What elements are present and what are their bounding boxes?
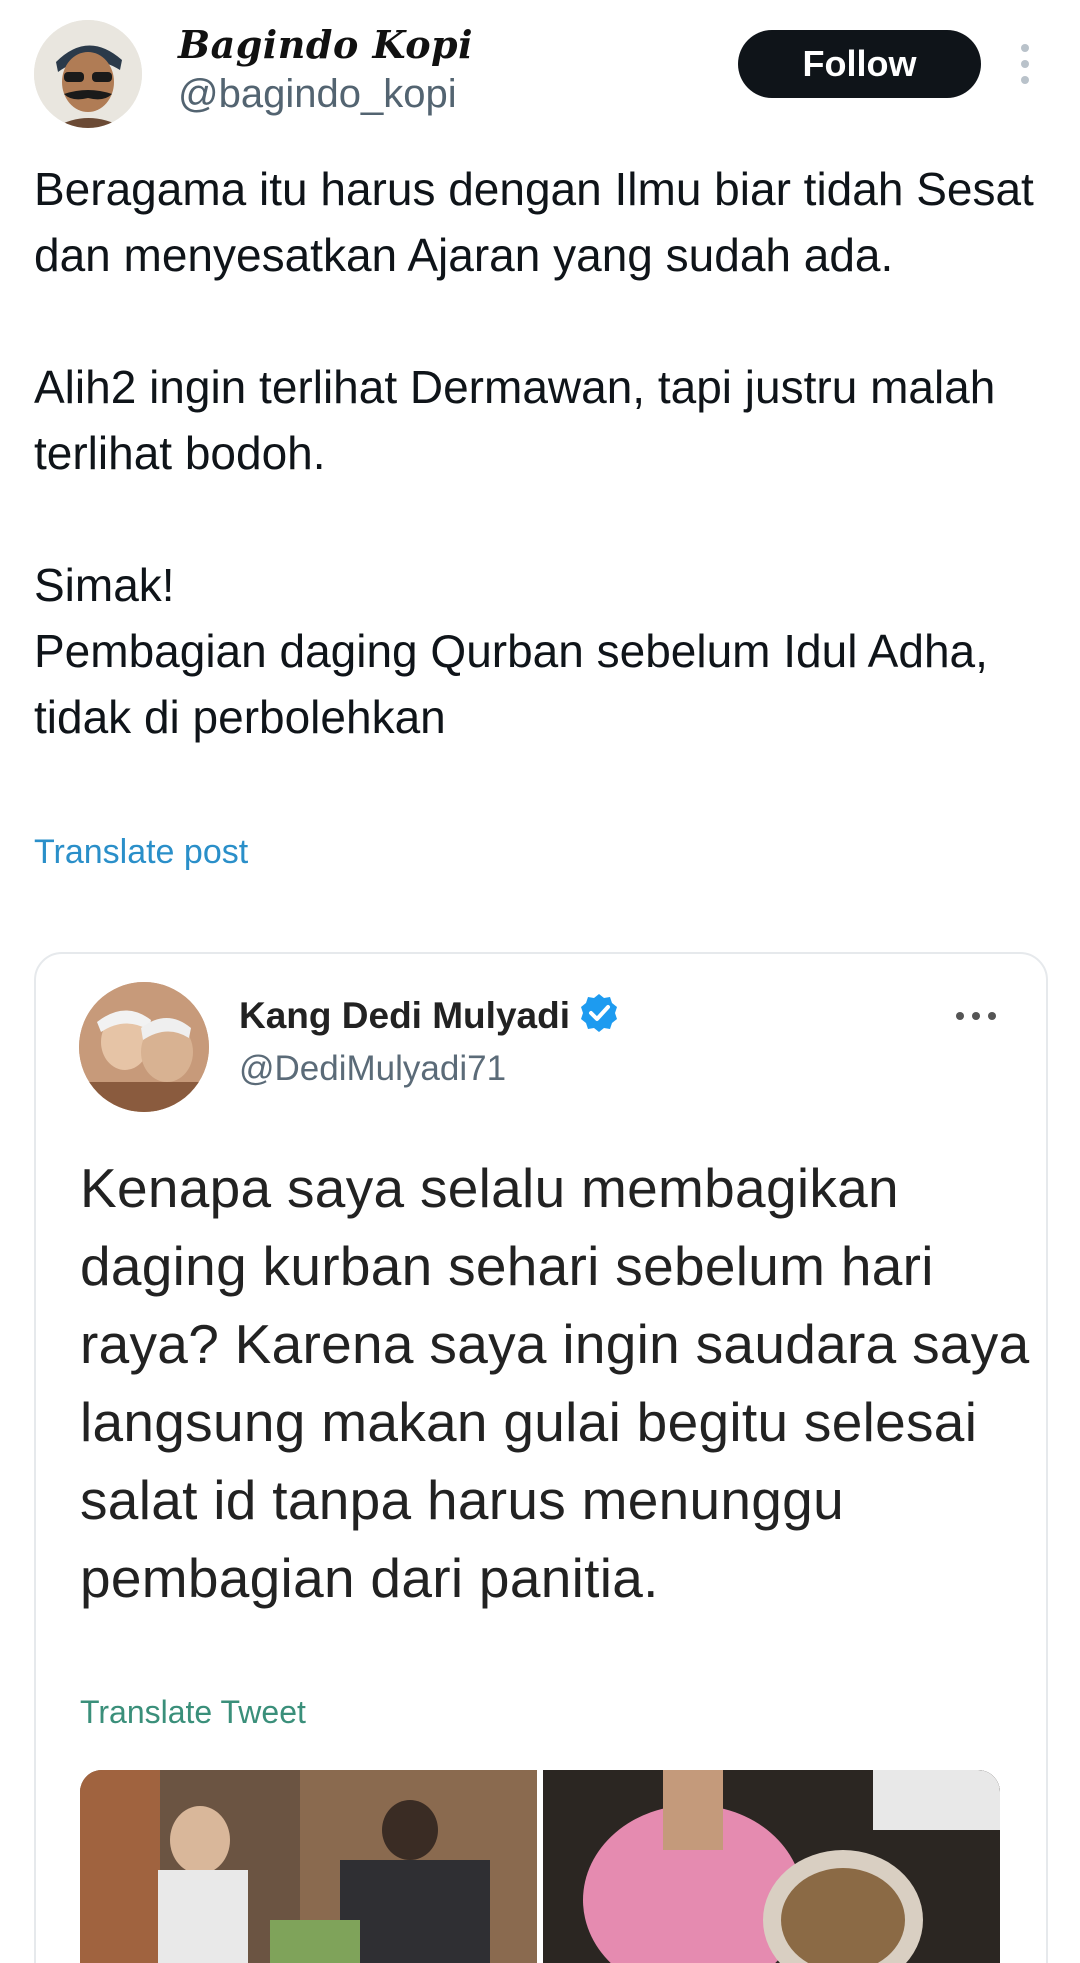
post-paragraph: Simak! Pembagian daging Qurban sebelum Id… [34, 559, 988, 743]
media-photo[interactable] [543, 1770, 1000, 1963]
quoted-author-avatar[interactable] [79, 982, 209, 1112]
more-vertical-icon[interactable] [1010, 40, 1040, 88]
author-avatar[interactable] [34, 20, 142, 128]
verified-badge-icon [578, 992, 620, 1034]
quoted-media-grid[interactable] [80, 1770, 1000, 1963]
quoted-tweet-card[interactable]: Kang Dedi Mulyadi @DediMulyadi71 Kenapa … [34, 952, 1048, 1963]
media-photo[interactable] [80, 1770, 537, 1963]
author-display-name[interactable]: Bagindo Kopi [178, 22, 473, 67]
translate-tweet-link[interactable]: Translate Tweet [80, 1694, 306, 1731]
post-paragraph: Beragama itu harus dengan Ilmu biar tida… [34, 163, 1034, 281]
quoted-tweet-text: Kenapa saya selalu membagikan daging kur… [80, 1157, 1030, 1609]
post-paragraph: Alih2 ingin terlihat Dermawan, tapi just… [34, 361, 996, 479]
quoted-author-name[interactable]: Kang Dedi Mulyadi [239, 992, 620, 1037]
photo-cooking-meat [543, 1770, 1000, 1963]
quoted-author-handle[interactable]: @DediMulyadi71 [239, 1049, 506, 1089]
avatar-illustration [34, 20, 142, 128]
photo-meat-distribution [80, 1770, 537, 1963]
follow-button[interactable]: Follow [738, 30, 981, 98]
author-handle[interactable]: @bagindo_kopi [178, 72, 457, 117]
post-text: Beragama itu harus dengan Ilmu biar tida… [34, 156, 1044, 750]
more-horizontal-icon[interactable] [954, 1009, 998, 1021]
quoted-author-name-text: Kang Dedi Mulyadi [239, 995, 570, 1036]
translate-post-link[interactable]: Translate post [34, 833, 248, 872]
quoted-avatar-photo [79, 982, 209, 1112]
